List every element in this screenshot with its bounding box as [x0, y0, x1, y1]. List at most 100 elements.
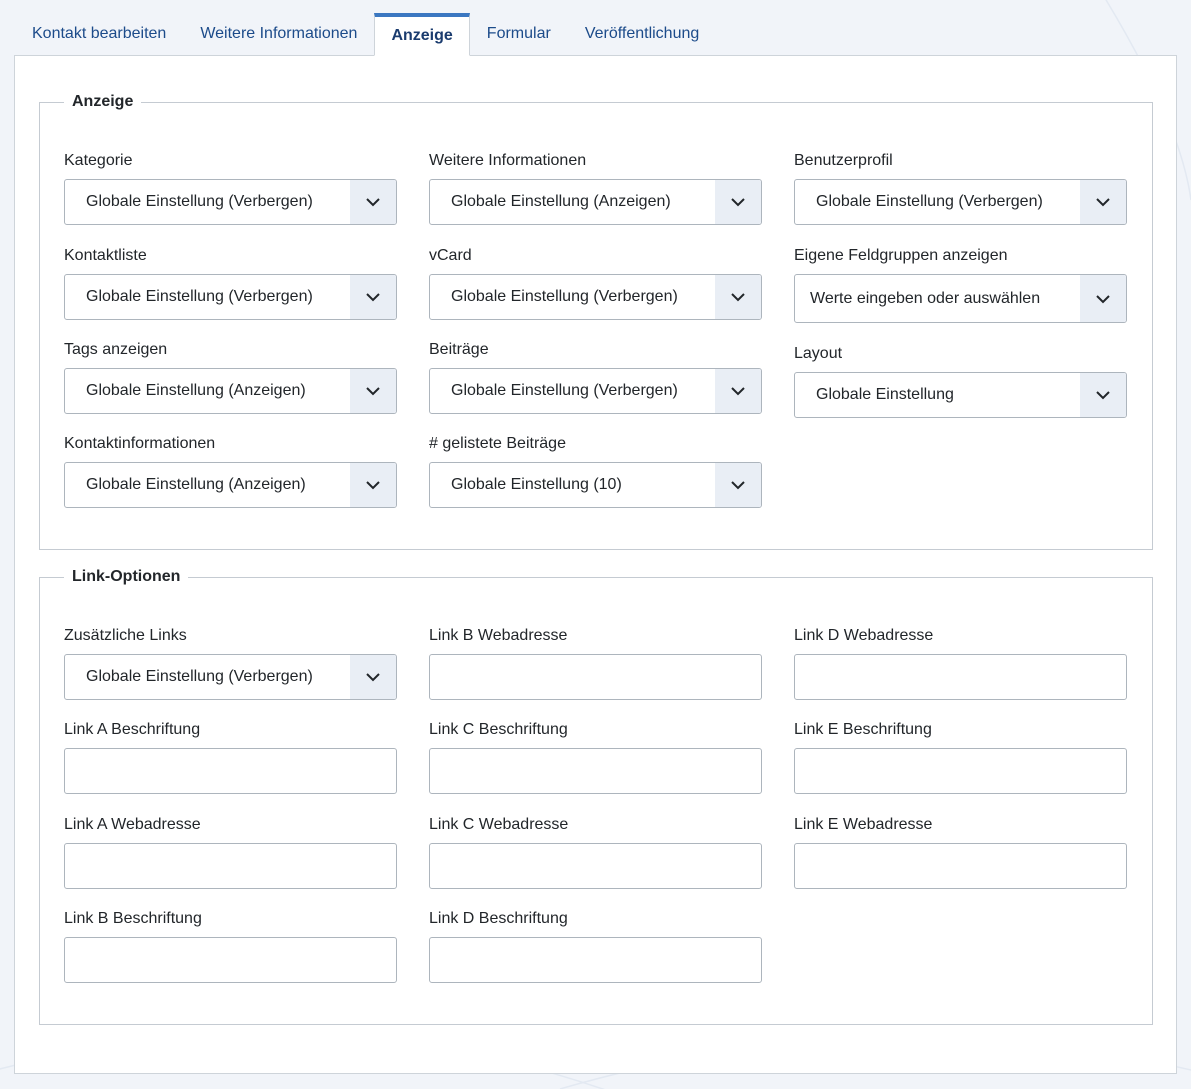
field-label: Zusätzliche Links — [64, 627, 187, 644]
link-e-beschriftung-input[interactable] — [794, 748, 1127, 794]
select-value: Globale Einstellung (Verbergen) — [816, 193, 1043, 210]
kategorie-select[interactable]: Globale Einstellung (Verbergen) — [64, 179, 397, 225]
link-b-beschriftung-input[interactable] — [64, 937, 397, 983]
link-c-beschriftung-input[interactable] — [429, 748, 762, 794]
chevron-down-icon — [350, 275, 396, 319]
chevron-down-icon — [715, 463, 761, 507]
link-a-webadresse-input[interactable] — [64, 843, 397, 889]
field-label: Layout — [794, 345, 843, 362]
chevron-down-icon — [1080, 180, 1126, 224]
field-beitraege: Beiträge Globale Einstellung (Verbergen) — [429, 340, 762, 414]
select-value: Globale Einstellung (Verbergen) — [86, 193, 313, 210]
chevron-down-icon — [350, 369, 396, 413]
zusaetzliche-links-select[interactable]: Globale Einstellung (Verbergen) — [64, 654, 397, 700]
tab-formular[interactable]: Formular — [470, 13, 568, 55]
field-label: Kontaktinformationen — [64, 435, 216, 452]
field-label: Tags anzeigen — [64, 341, 168, 358]
chevron-down-icon — [350, 655, 396, 699]
field-label: Link B Beschriftung — [64, 910, 202, 927]
field-weitere-informationen: Weitere Informationen Globale Einstellun… — [429, 151, 762, 225]
chevron-down-icon — [715, 275, 761, 319]
field-label: Kategorie — [64, 152, 133, 169]
field-zusaetzliche-links: Zusätzliche Links Globale Einstellung (V… — [64, 626, 397, 700]
field-label: Link D Webadresse — [794, 627, 934, 644]
field-label: Link A Beschriftung — [64, 721, 201, 738]
layout-select[interactable]: Globale Einstellung — [794, 372, 1127, 418]
field-label: Link B Webadresse — [429, 627, 568, 644]
field-link-a-webadresse: Link A Webadresse — [64, 815, 397, 889]
field-eigene-feldgruppen: Eigene Feldgruppen anzeigen Werte eingeb… — [794, 246, 1127, 323]
chevron-down-icon — [1080, 373, 1126, 417]
link-e-webadresse-input[interactable] — [794, 843, 1127, 889]
beitraege-select[interactable]: Globale Einstellung (Verbergen) — [429, 368, 762, 414]
field-layout: Layout Globale Einstellung — [794, 344, 1127, 418]
tab-anzeige[interactable]: Anzeige — [374, 13, 470, 56]
select-value: Globale Einstellung (Anzeigen) — [86, 476, 306, 493]
field-link-c-beschriftung: Link C Beschriftung — [429, 720, 762, 794]
field-label: Eigene Feldgruppen anzeigen — [794, 247, 1008, 264]
link-d-webadresse-input[interactable] — [794, 654, 1127, 700]
field-tags-anzeigen: Tags anzeigen Globale Einstellung (Anzei… — [64, 340, 397, 414]
field-label: Link E Webadresse — [794, 816, 933, 833]
feldgruppen-combobox[interactable]: Werte eingeben oder auswählen — [794, 274, 1127, 323]
field-vcard: vCard Globale Einstellung (Verbergen) — [429, 246, 762, 320]
select-value: Globale Einstellung (Verbergen) — [86, 288, 313, 305]
field-label: Link C Beschriftung — [429, 721, 568, 738]
tab-bar: Kontakt bearbeiten Weitere Informationen… — [15, 13, 716, 56]
combobox-placeholder: Werte eingeben oder auswählen — [810, 290, 1041, 307]
field-link-d-beschriftung: Link D Beschriftung — [429, 909, 762, 983]
select-value: Globale Einstellung (Verbergen) — [86, 668, 313, 685]
field-kontaktinformationen: Kontaktinformationen Globale Einstellung… — [64, 434, 397, 508]
tags-anzeigen-select[interactable]: Globale Einstellung (Anzeigen) — [64, 368, 397, 414]
chevron-down-icon — [350, 463, 396, 507]
link-a-beschriftung-input[interactable] — [64, 748, 397, 794]
field-link-e-webadresse: Link E Webadresse — [794, 815, 1127, 889]
fieldset-legend-anzeige: Anzeige — [64, 92, 142, 112]
chevron-down-icon — [350, 180, 396, 224]
field-label: Weitere Informationen — [429, 152, 587, 169]
kontaktinformationen-select[interactable]: Globale Einstellung (Anzeigen) — [64, 462, 397, 508]
field-kategorie: Kategorie Globale Einstellung (Verbergen… — [64, 151, 397, 225]
chevron-down-icon — [715, 180, 761, 224]
fieldset-anzeige: Anzeige Kategorie Globale Einstellung (V… — [39, 92, 1153, 550]
tab-weitere-informationen[interactable]: Weitere Informationen — [183, 13, 374, 55]
tab-kontakt-bearbeiten[interactable]: Kontakt bearbeiten — [15, 13, 183, 55]
select-value: Globale Einstellung (Verbergen) — [451, 288, 678, 305]
tab-panel-anzeige: Anzeige Kategorie Globale Einstellung (V… — [14, 55, 1177, 1074]
tab-veroeffentlichung[interactable]: Veröffentlichung — [568, 13, 716, 55]
kontaktliste-select[interactable]: Globale Einstellung (Verbergen) — [64, 274, 397, 320]
link-c-webadresse-input[interactable] — [429, 843, 762, 889]
gelistete-beitraege-select[interactable]: Globale Einstellung (10) — [429, 462, 762, 508]
benutzerprofil-select[interactable]: Globale Einstellung (Verbergen) — [794, 179, 1127, 225]
fieldset-legend-link-optionen: Link-Optionen — [64, 567, 189, 587]
field-label: # gelistete Beiträge — [429, 435, 566, 452]
field-label: Benutzerprofil — [794, 152, 893, 169]
select-value: Globale Einstellung (Anzeigen) — [86, 382, 306, 399]
field-label: Beiträge — [429, 341, 489, 358]
field-link-b-webadresse: Link B Webadresse — [429, 626, 762, 700]
field-label: vCard — [429, 247, 472, 264]
field-label: Kontaktliste — [64, 247, 147, 264]
field-link-d-webadresse: Link D Webadresse — [794, 626, 1127, 700]
select-value: Globale Einstellung (10) — [451, 476, 622, 493]
field-link-e-beschriftung: Link E Beschriftung — [794, 720, 1127, 794]
fieldset-link-optionen: Link-Optionen Zusätzliche Links Globale … — [39, 567, 1153, 1025]
chevron-down-icon[interactable] — [1080, 275, 1126, 322]
field-benutzerprofil: Benutzerprofil Globale Einstellung (Verb… — [794, 151, 1127, 225]
weitere-informationen-select[interactable]: Globale Einstellung (Anzeigen) — [429, 179, 762, 225]
link-d-beschriftung-input[interactable] — [429, 937, 762, 983]
field-label: Link C Webadresse — [429, 816, 569, 833]
field-label: Link D Beschriftung — [429, 910, 568, 927]
chevron-down-icon — [715, 369, 761, 413]
field-label: Link A Webadresse — [64, 816, 201, 833]
field-link-b-beschriftung: Link B Beschriftung — [64, 909, 397, 983]
link-b-webadresse-input[interactable] — [429, 654, 762, 700]
field-gelistete-beitraege: # gelistete Beiträge Globale Einstellung… — [429, 434, 762, 508]
field-label: Link E Beschriftung — [794, 721, 932, 738]
select-value: Globale Einstellung (Verbergen) — [451, 382, 678, 399]
field-link-c-webadresse: Link C Webadresse — [429, 815, 762, 889]
field-kontaktliste: Kontaktliste Globale Einstellung (Verber… — [64, 246, 397, 320]
select-value: Globale Einstellung (Anzeigen) — [451, 193, 671, 210]
field-link-a-beschriftung: Link A Beschriftung — [64, 720, 397, 794]
vcard-select[interactable]: Globale Einstellung (Verbergen) — [429, 274, 762, 320]
